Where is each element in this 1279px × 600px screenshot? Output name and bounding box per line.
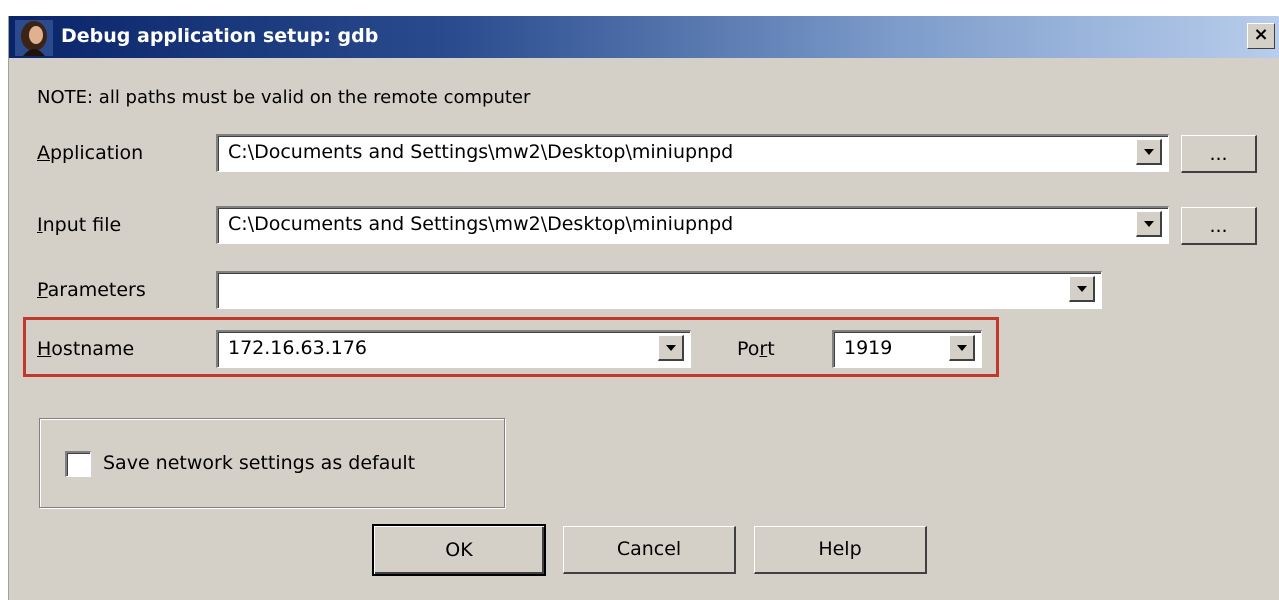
dropdown-arrow-icon[interactable] <box>658 335 684 361</box>
title-bar[interactable]: Debug application setup: gdb × <box>9 16 1279 58</box>
input-file-combobox[interactable]: C:\Documents and Settings\mw2\Desktop\mi… <box>216 206 1169 244</box>
remote-paths-note: NOTE: all paths must be valid on the rem… <box>37 87 531 108</box>
port-value: 1919 <box>844 337 893 359</box>
dropdown-arrow-icon[interactable] <box>949 335 975 361</box>
input-file-browse-button[interactable]: ... <box>1181 207 1257 245</box>
parameters-label: Parameters <box>37 279 146 301</box>
app-portrait-icon <box>15 20 53 56</box>
close-icon[interactable]: × <box>1247 23 1275 49</box>
help-button[interactable]: Help <box>754 526 927 574</box>
save-default-label[interactable]: Save network settings as default <box>103 452 415 474</box>
ok-button[interactable]: OK <box>372 524 546 576</box>
application-label: Application <box>37 142 144 164</box>
window-title: Debug application setup: gdb <box>61 25 379 47</box>
input-file-label: Input file <box>37 214 122 236</box>
dropdown-arrow-icon[interactable] <box>1069 276 1095 302</box>
hostname-value: 172.16.63.176 <box>228 337 368 359</box>
application-browse-button[interactable]: ... <box>1181 135 1257 173</box>
dropdown-arrow-icon[interactable] <box>1136 211 1162 237</box>
dropdown-arrow-icon[interactable] <box>1136 139 1162 165</box>
port-combobox[interactable]: 1919 <box>832 330 982 368</box>
port-label: Port <box>737 338 775 360</box>
hostname-label: Hostname <box>37 338 135 360</box>
application-combobox[interactable]: C:\Documents and Settings\mw2\Desktop\mi… <box>216 134 1169 172</box>
debug-setup-dialog: Debug application setup: gdb × NOTE: all… <box>8 16 1279 600</box>
cancel-button[interactable]: Cancel <box>563 526 736 574</box>
hostname-combobox[interactable]: 172.16.63.176 <box>216 330 691 368</box>
parameters-combobox[interactable] <box>216 271 1102 309</box>
input-file-value: C:\Documents and Settings\mw2\Desktop\mi… <box>228 213 734 235</box>
save-default-checkbox[interactable] <box>65 451 91 477</box>
application-value: C:\Documents and Settings\mw2\Desktop\mi… <box>228 141 734 163</box>
